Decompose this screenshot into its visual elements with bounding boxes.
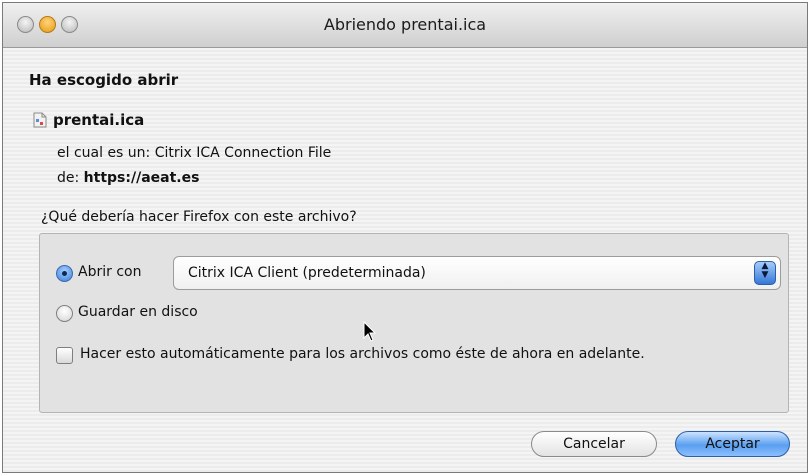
action-question: ¿Qué debería hacer Firefox con este arch… (41, 209, 357, 225)
auto-action-label[interactable]: Hacer esto automáticamente para los arch… (80, 346, 645, 362)
action-options-group: Abrir con Citrix ICA Client (predetermin… (39, 233, 789, 413)
file-source-value: https://aeat.es (83, 170, 200, 186)
title-bar[interactable]: Abriendo prentai.ica (3, 3, 807, 48)
dialog-heading: Ha escogido abrir (29, 71, 179, 89)
dialog-window: Abriendo prentai.ica Ha escogido abrir p… (2, 2, 808, 473)
mouse-pointer-icon (363, 321, 377, 342)
accept-button[interactable]: Aceptar (675, 431, 790, 457)
save-to-disk-radio[interactable] (56, 305, 73, 322)
file-info-row: prentai.ica (33, 111, 144, 129)
application-select[interactable]: Citrix ICA Client (predeterminada) ▲ ▼ (173, 256, 781, 290)
file-type-prefix: el cual es un: (57, 145, 151, 161)
file-type-value: Citrix ICA Connection File (154, 145, 332, 161)
save-to-disk-label[interactable]: Guardar en disco (78, 304, 198, 320)
select-arrows-icon: ▲ ▼ (754, 261, 776, 285)
application-select-value: Citrix ICA Client (predeterminada) (188, 265, 426, 281)
file-name: prentai.ica (53, 111, 145, 129)
open-with-label[interactable]: Abrir con (78, 264, 141, 280)
cancel-button[interactable]: Cancelar (531, 431, 657, 457)
file-source-prefix: de: (57, 170, 80, 186)
auto-action-checkbox[interactable] (56, 347, 73, 364)
window-title: Abriendo prentai.ica (323, 15, 487, 34)
open-with-radio[interactable] (56, 265, 73, 282)
file-source-line: de: https://aeat.es (57, 170, 199, 186)
file-icon (33, 112, 47, 128)
file-type-line: el cual es un: Citrix ICA Connection Fil… (57, 145, 331, 161)
